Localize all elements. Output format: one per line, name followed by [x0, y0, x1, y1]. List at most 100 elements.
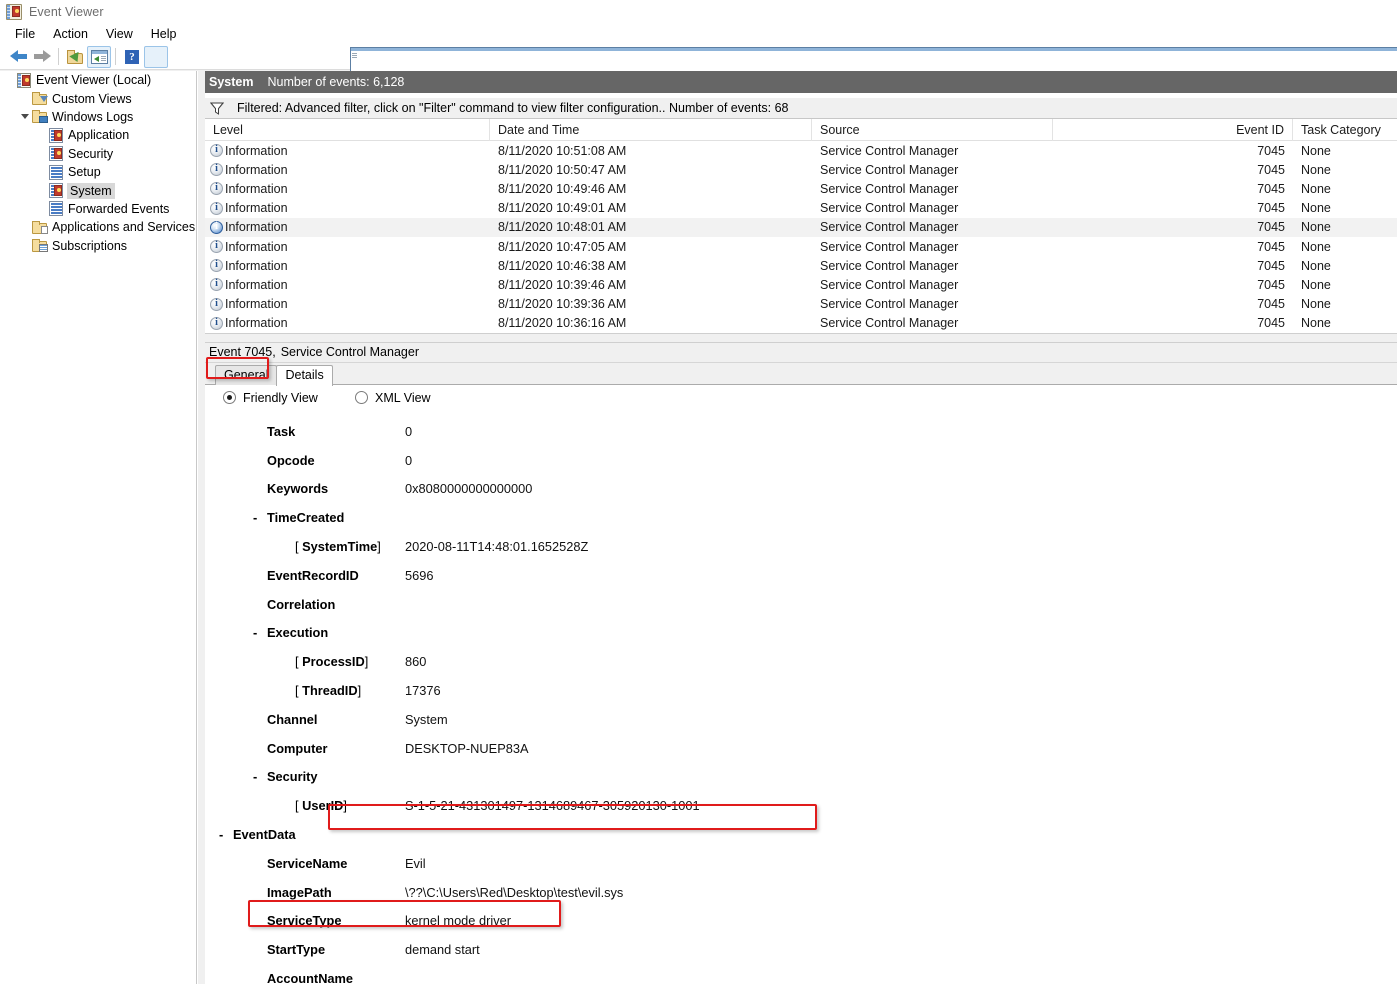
detail-value: DESKTOP-NUEP83A — [405, 740, 529, 756]
table-row[interactable]: Information 8/11/2020 10:36:16 AM Service … — [205, 314, 1397, 333]
xml-view-option[interactable]: XML View — [355, 391, 431, 405]
cell-task-category: None — [1301, 258, 1331, 273]
table-row[interactable]: Information 8/11/2020 10:39:36 AM Service … — [205, 295, 1397, 314]
sidebar-item-label: Subscriptions — [52, 238, 128, 253]
results-pane: System Number of events: 6,128 Filtered:… — [205, 71, 1397, 984]
event-list-header[interactable]: Level Date and Time Source Event ID Task Cat… — [205, 119, 1397, 141]
event-list[interactable]: Information 8/11/2020 10:51:08 AM Service … — [205, 141, 1397, 333]
show-hide-action-pane-button[interactable] — [144, 45, 1397, 960]
table-row[interactable]: Information 8/11/2020 10:51:08 AM Service … — [205, 141, 1397, 160]
detail-key: ImagePath — [267, 884, 332, 900]
cell-task-category: None — [1301, 162, 1331, 177]
detail-row-eventdata: - EventData — [205, 820, 1397, 849]
cell-source: Service Control Manager — [820, 316, 959, 331]
collapse-toggle[interactable]: - — [253, 769, 257, 784]
table-row[interactable]: Information 8/11/2020 10:48:01 AM Service … — [205, 217, 1397, 237]
open-saved-log-button[interactable] — [63, 46, 87, 68]
radio-friendly-view[interactable] — [223, 391, 236, 405]
collapse-toggle[interactable]: - — [253, 625, 257, 640]
cell-event-id: 7045 — [1257, 220, 1285, 235]
column-header-date-and-time[interactable]: Date and Time — [490, 119, 812, 141]
cell-source: Service Control Manager — [820, 220, 959, 235]
table-row[interactable]: Information 8/11/2020 10:49:46 AM Service … — [205, 179, 1397, 198]
detail-value: 0 — [405, 452, 413, 468]
cell-task-category: None — [1301, 220, 1331, 235]
sidebar-item-security[interactable]: Security — [0, 145, 196, 163]
log-plain-icon — [48, 164, 64, 180]
detail-value: 0 — [405, 423, 413, 439]
detail-value: S-1-5-21-431301497-1314689467-305920130-… — [405, 798, 700, 814]
detail-value: 860 — [405, 654, 427, 670]
menu-view[interactable]: View — [99, 25, 144, 43]
back-button[interactable] — [6, 46, 30, 68]
horizontal-splitter[interactable] — [205, 332, 1397, 343]
table-row[interactable]: Information 8/11/2020 10:47:05 AM Service … — [205, 237, 1397, 256]
detail-row-channel: Channel System — [205, 705, 1397, 734]
sidebar-item-custom-views[interactable]: Custom Views — [0, 89, 196, 107]
console-tree-pane-icon — [90, 49, 108, 64]
detail-key: [ SystemTime] — [295, 538, 381, 554]
chevron-right-icon[interactable] — [18, 220, 32, 234]
sidebar-item-application[interactable]: Application — [0, 126, 196, 144]
friendly-view-label: Friendly View — [243, 390, 318, 405]
tab-details[interactable]: Details — [276, 364, 333, 386]
menu-action[interactable]: Action — [46, 25, 99, 43]
sidebar-item-windows-logs[interactable]: Windows Logs — [0, 108, 196, 126]
column-header-task-category[interactable]: Task Category — [1293, 119, 1397, 141]
tab-general[interactable]: General — [215, 364, 278, 385]
detail-tabs[interactable]: General Details — [205, 362, 1397, 386]
sidebar-item-applications-and-services-lo[interactable]: Applications and Services Lo — [0, 218, 196, 236]
folder-filter-icon — [32, 91, 48, 106]
column-header-level[interactable]: Level — [205, 119, 490, 141]
help-button[interactable]: ? — [120, 46, 144, 68]
detail-key: Channel — [267, 711, 318, 727]
cell-date-time: 8/11/2020 10:47:05 AM — [498, 239, 627, 254]
table-row[interactable]: Information 8/11/2020 10:46:38 AM Service … — [205, 256, 1397, 275]
detail-row-correlation: Correlation — [205, 590, 1397, 619]
detail-key: [ ThreadID] — [295, 682, 362, 698]
detail-row-eventrecordid: EventRecordID 5696 — [205, 561, 1397, 590]
table-row[interactable]: Information 8/11/2020 10:49:01 AM Service … — [205, 199, 1397, 218]
cell-date-time: 8/11/2020 10:49:46 AM — [498, 181, 627, 196]
event-log-icon — [48, 146, 64, 162]
table-row[interactable]: Information 8/11/2020 10:39:46 AM Service … — [205, 275, 1397, 294]
collapse-toggle[interactable]: - — [219, 827, 223, 842]
xml-view-label: XML View — [375, 390, 431, 405]
console-tree[interactable]: Event Viewer (Local) Custom Views Windows … — [0, 71, 197, 984]
sidebar-item-setup[interactable]: Setup — [0, 163, 196, 181]
sidebar-item-event-viewer-local[interactable]: Event Viewer (Local) — [0, 71, 196, 89]
table-row[interactable]: Information 8/11/2020 10:50:47 AM Service … — [205, 160, 1397, 179]
detail-value: 2020-08-11T14:48:01.1652528Z — [405, 538, 589, 554]
friendly-view-option[interactable]: Friendly View — [223, 391, 355, 405]
cell-date-time: 8/11/2020 10:39:36 AM — [498, 297, 627, 312]
toolbar-separator-2 — [115, 48, 116, 65]
detail-key: Opcode — [267, 452, 315, 468]
sidebar-item-forwarded-events[interactable]: Forwarded Events — [0, 200, 196, 218]
show-hide-console-tree-button[interactable] — [87, 45, 111, 68]
cell-source: Service Control Manager — [820, 297, 959, 312]
sidebar-item-label: Applications and Services Lo — [52, 220, 197, 235]
filter-bar[interactable]: Filtered: Advanced filter, click on "Fil… — [205, 97, 1397, 119]
vertical-splitter[interactable] — [197, 71, 205, 984]
cell-task-category: None — [1301, 297, 1331, 312]
event-detail-fields[interactable]: Task 0 Opcode 0 Keywords 0x8080000000000000- T… — [205, 410, 1397, 984]
information-icon — [210, 163, 223, 177]
chevron-right-icon[interactable] — [18, 92, 32, 106]
sidebar-item-label: Custom Views — [52, 91, 132, 106]
collapse-toggle[interactable]: - — [253, 510, 257, 525]
folder-doc-icon — [32, 220, 48, 235]
information-icon — [210, 220, 223, 234]
sidebar-item-system[interactable]: System — [0, 181, 196, 199]
menu-help[interactable]: Help — [144, 25, 188, 43]
chevron-down-icon[interactable] — [18, 110, 32, 124]
column-header-event-id[interactable]: Event ID — [1053, 119, 1293, 141]
radio-xml-view[interactable] — [355, 391, 368, 405]
sidebar-item-subscriptions[interactable]: Subscriptions — [0, 237, 196, 255]
column-header-source[interactable]: Source — [812, 119, 1053, 141]
forward-button[interactable] — [30, 46, 54, 68]
menu-file[interactable]: File — [8, 25, 46, 43]
detail-row-threadid: [ ThreadID] 17376 — [205, 676, 1397, 705]
cell-level: Information — [205, 275, 490, 294]
